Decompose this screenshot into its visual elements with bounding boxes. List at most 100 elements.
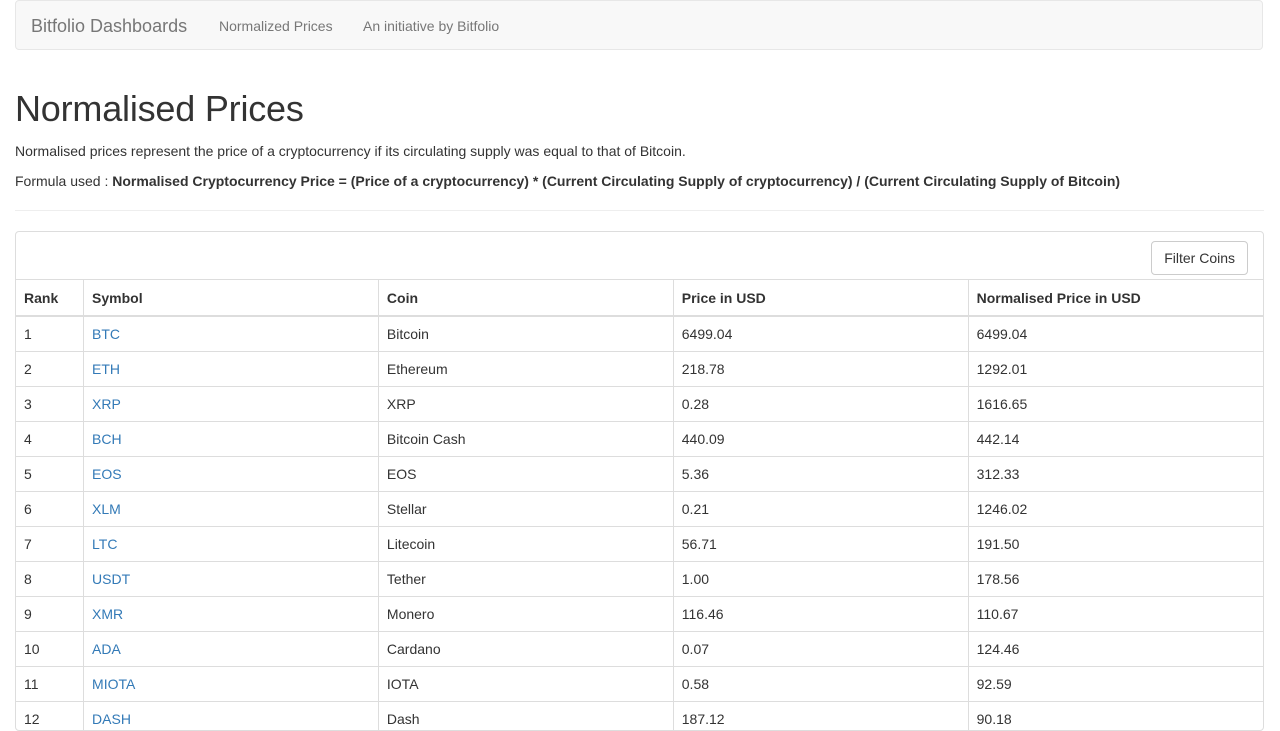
coin-symbol-link[interactable]: LTC bbox=[92, 536, 117, 552]
page-title: Normalised Prices bbox=[15, 88, 304, 130]
cell-normalised-price: 6499.04 bbox=[968, 316, 1263, 352]
table-row: 10ADACardano0.07124.46 bbox=[16, 632, 1263, 667]
cell-coin: Monero bbox=[378, 597, 673, 632]
column-header-normalised-price[interactable]: Normalised Price in USD bbox=[968, 280, 1263, 317]
cell-symbol: ADA bbox=[84, 632, 379, 667]
cell-normalised-price: 191.50 bbox=[968, 527, 1263, 562]
cell-normalised-price: 1616.65 bbox=[968, 387, 1263, 422]
cell-coin: Litecoin bbox=[378, 527, 673, 562]
column-header-coin[interactable]: Coin bbox=[378, 280, 673, 317]
table-row: 9 XMR Monero116.46110.67 bbox=[16, 597, 1263, 632]
cell-symbol: BCH bbox=[84, 422, 379, 457]
cell-price: 440.09 bbox=[673, 422, 968, 457]
cell-normalised-price: 312.33 bbox=[968, 457, 1263, 492]
coin-symbol-link[interactable]: DASH bbox=[92, 711, 131, 727]
cell-symbol: DASH bbox=[84, 702, 379, 731]
cell-coin: Bitcoin Cash bbox=[378, 422, 673, 457]
cell-normalised-price: 442.14 bbox=[968, 422, 1263, 457]
cell-symbol: MIOTA bbox=[84, 667, 379, 702]
coin-symbol-link[interactable]: USDT bbox=[92, 571, 130, 587]
cell-coin: Tether bbox=[378, 562, 673, 597]
coin-symbol-link[interactable]: ETH bbox=[92, 361, 120, 377]
column-header-symbol[interactable]: Symbol bbox=[84, 280, 379, 317]
cell-symbol: LTC bbox=[84, 527, 379, 562]
cell-rank: 9 bbox=[16, 597, 84, 632]
coin-symbol-link[interactable]: XLM bbox=[92, 501, 121, 517]
cell-rank: 8 bbox=[16, 562, 84, 597]
table-row: 4 BCH Bitcoin Cash440.09442.14 bbox=[16, 422, 1263, 457]
cell-normalised-price: 90.18 bbox=[968, 702, 1263, 731]
navbar: Bitfolio Dashboards Normalized Prices An… bbox=[15, 0, 1263, 50]
cell-rank: 6 bbox=[16, 492, 84, 527]
cell-coin: IOTA bbox=[378, 667, 673, 702]
cell-rank: 1 bbox=[16, 316, 84, 352]
column-header-price[interactable]: Price in USD bbox=[673, 280, 968, 317]
cell-coin: Dash bbox=[378, 702, 673, 731]
cell-symbol: ETH bbox=[84, 352, 379, 387]
cell-rank: 10 bbox=[16, 632, 84, 667]
coin-symbol-link[interactable]: BCH bbox=[92, 431, 122, 447]
cell-rank: 12 bbox=[16, 702, 84, 731]
nav-link-initiative[interactable]: An initiative by Bitfolio bbox=[363, 1, 499, 51]
cell-price: 0.21 bbox=[673, 492, 968, 527]
cell-normalised-price: 1292.01 bbox=[968, 352, 1263, 387]
cell-symbol: XLM bbox=[84, 492, 379, 527]
cell-coin: Ethereum bbox=[378, 352, 673, 387]
cell-rank: 7 bbox=[16, 527, 84, 562]
table-row: 12 DASH Dash187.1290.18 bbox=[16, 702, 1263, 731]
formula-prefix: Formula used : bbox=[15, 173, 112, 189]
cell-normalised-price: 1246.02 bbox=[968, 492, 1263, 527]
table-row: 6 XLM Stellar0.211246.02 bbox=[16, 492, 1263, 527]
cell-normalised-price: 110.67 bbox=[968, 597, 1263, 632]
cell-symbol: XMR bbox=[84, 597, 379, 632]
cell-symbol: BTC bbox=[84, 316, 379, 352]
cell-normalised-price: 124.46 bbox=[968, 632, 1263, 667]
table-row: 1BTCBitcoin6499.046499.04 bbox=[16, 316, 1263, 352]
coin-symbol-link[interactable]: BTC bbox=[92, 326, 120, 342]
cell-price: 116.46 bbox=[673, 597, 968, 632]
page-description: Normalised prices represent the price of… bbox=[15, 143, 686, 159]
coins-panel: Filter Coins Rank Symbol Coin Price in U… bbox=[15, 231, 1264, 731]
table-row: 5EOSEOS5.36312.33 bbox=[16, 457, 1263, 492]
cell-coin: Cardano bbox=[378, 632, 673, 667]
cell-rank: 11 bbox=[16, 667, 84, 702]
table-row: 2 ETH Ethereum218.781292.01 bbox=[16, 352, 1263, 387]
cell-symbol: EOS bbox=[84, 457, 379, 492]
coin-symbol-link[interactable]: EOS bbox=[92, 466, 122, 482]
coin-symbol-link[interactable]: XMR bbox=[92, 606, 123, 622]
cell-normalised-price: 92.59 bbox=[968, 667, 1263, 702]
cell-rank: 4 bbox=[16, 422, 84, 457]
table-header-row: Rank Symbol Coin Price in USD Normalised… bbox=[16, 280, 1263, 317]
cell-price: 5.36 bbox=[673, 457, 968, 492]
cell-coin: XRP bbox=[378, 387, 673, 422]
cell-normalised-price: 178.56 bbox=[968, 562, 1263, 597]
cell-coin: Bitcoin bbox=[378, 316, 673, 352]
column-header-rank[interactable]: Rank bbox=[16, 280, 84, 317]
cell-rank: 5 bbox=[16, 457, 84, 492]
coin-symbol-link[interactable]: XRP bbox=[92, 396, 121, 412]
coin-symbol-link[interactable]: ADA bbox=[92, 641, 121, 657]
nav-link-normalized-prices[interactable]: Normalized Prices bbox=[219, 1, 333, 51]
navbar-brand[interactable]: Bitfolio Dashboards bbox=[31, 1, 187, 51]
formula-text: Formula used : Normalised Cryptocurrency… bbox=[15, 173, 1120, 189]
cell-symbol: XRP bbox=[84, 387, 379, 422]
cell-price: 0.58 bbox=[673, 667, 968, 702]
cell-price: 6499.04 bbox=[673, 316, 968, 352]
table-row: 7 LTC Litecoin56.71191.50 bbox=[16, 527, 1263, 562]
cell-price: 218.78 bbox=[673, 352, 968, 387]
cell-price: 56.71 bbox=[673, 527, 968, 562]
coin-symbol-link[interactable]: MIOTA bbox=[92, 676, 135, 692]
cell-coin: Stellar bbox=[378, 492, 673, 527]
cell-price: 187.12 bbox=[673, 702, 968, 731]
cell-price: 1.00 bbox=[673, 562, 968, 597]
cell-symbol: USDT bbox=[84, 562, 379, 597]
cell-coin: EOS bbox=[378, 457, 673, 492]
table-row: 3XRPXRP0.281616.65 bbox=[16, 387, 1263, 422]
table-row: 11 MIOTA IOTA0.5892.59 bbox=[16, 667, 1263, 702]
cell-rank: 2 bbox=[16, 352, 84, 387]
coins-table: Rank Symbol Coin Price in USD Normalised… bbox=[16, 279, 1263, 731]
filter-coins-button[interactable]: Filter Coins bbox=[1151, 241, 1248, 275]
divider bbox=[15, 210, 1264, 211]
cell-rank: 3 bbox=[16, 387, 84, 422]
formula-expression: Normalised Cryptocurrency Price = (Price… bbox=[112, 173, 1120, 189]
